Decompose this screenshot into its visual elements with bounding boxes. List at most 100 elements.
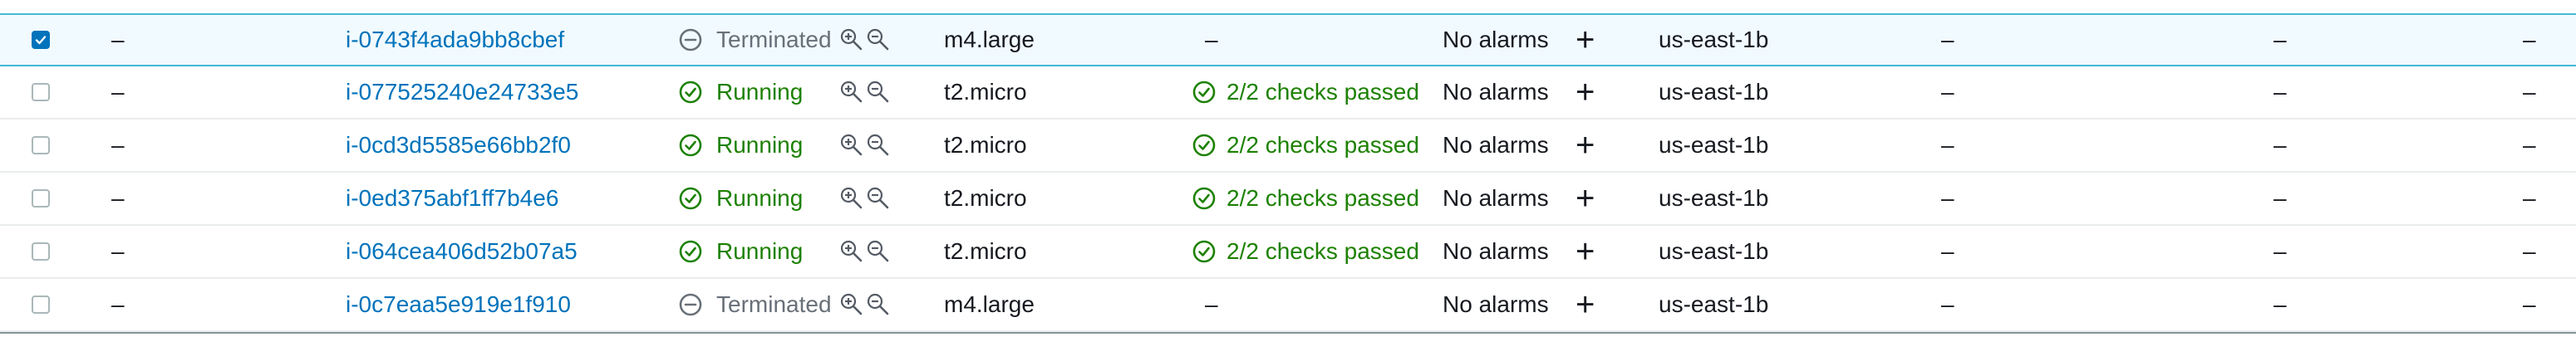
table-cell: –	[1941, 27, 1954, 52]
alarm-status: No alarms	[1443, 27, 1549, 52]
availability-zone: us-east-1b	[1659, 185, 1769, 211]
status-check: 2/2 checks passed	[1227, 185, 1419, 211]
zoom-out-icon[interactable]	[866, 239, 891, 264]
check-circle-icon	[678, 66, 703, 118]
table-row[interactable]: – i-0ed375abf1ff7b4e6 Running t2.micro 2/2 c…	[0, 173, 2576, 226]
check-circle-icon	[1192, 66, 1217, 118]
table-row[interactable]: – i-0743f4ada9bb8cbef Terminated m4.large – N…	[0, 13, 2576, 66]
state-filter-controls	[839, 66, 891, 118]
table-cell: –	[2523, 291, 2536, 317]
table-cell: –	[2274, 185, 2287, 211]
instance-id-link[interactable]: i-064cea406d52b07a5	[346, 226, 578, 277]
zoom-in-icon[interactable]	[839, 239, 864, 264]
row-checkbox-cell[interactable]	[32, 15, 50, 65]
table-cell: –	[2523, 27, 2536, 52]
instances-table: – i-0743f4ada9bb8cbef Terminated m4.large – N…	[0, 0, 2576, 337]
table-cell: –	[2523, 238, 2536, 264]
instance-id-link[interactable]: i-077525240e24733e5	[346, 66, 578, 118]
row-checkbox[interactable]	[32, 31, 50, 49]
alarm-status: No alarms	[1443, 132, 1549, 158]
alarm-status: No alarms	[1443, 238, 1549, 264]
instance-name: –	[111, 185, 125, 211]
table-cell: –	[2274, 27, 2287, 52]
availability-zone: us-east-1b	[1659, 27, 1769, 52]
instance-type: t2.micro	[944, 79, 1027, 105]
row-checkbox[interactable]	[32, 242, 50, 261]
add-alarm-icon[interactable]: +	[1576, 279, 1595, 330]
zoom-in-icon[interactable]	[839, 292, 864, 317]
row-checkbox[interactable]	[32, 189, 50, 208]
table-cell: –	[1941, 238, 1954, 264]
zoom-out-icon[interactable]	[866, 292, 891, 317]
table-cell: –	[2274, 79, 2287, 105]
check-circle-icon	[678, 173, 703, 224]
status-check: 2/2 checks passed	[1227, 132, 1419, 158]
status-check: 2/2 checks passed	[1227, 79, 1419, 105]
zoom-in-icon[interactable]	[839, 133, 864, 158]
table-row[interactable]: – i-0cd3d5585e66bb2f0 Running t2.micro 2/2 c…	[0, 120, 2576, 173]
zoom-out-icon[interactable]	[866, 80, 891, 105]
instance-name: –	[111, 27, 125, 52]
add-alarm-icon[interactable]: +	[1576, 15, 1595, 65]
state-filter-controls	[839, 120, 891, 171]
check-circle-icon	[1192, 173, 1217, 224]
add-alarm-icon[interactable]: +	[1576, 173, 1595, 224]
zoom-out-icon[interactable]	[866, 186, 891, 211]
table-cell: –	[1941, 132, 1954, 158]
availability-zone: us-east-1b	[1659, 291, 1769, 317]
row-checkbox-cell[interactable]	[32, 120, 50, 171]
alarm-status: No alarms	[1443, 291, 1549, 317]
zoom-in-icon[interactable]	[839, 80, 864, 105]
row-checkbox-cell[interactable]	[32, 66, 50, 118]
row-checkbox-cell[interactable]	[32, 279, 50, 330]
alarm-status: No alarms	[1443, 79, 1549, 105]
add-alarm-icon[interactable]: +	[1576, 66, 1595, 118]
instance-type: m4.large	[944, 291, 1035, 317]
table-cell: –	[2274, 291, 2287, 317]
minus-circle-icon	[678, 15, 703, 65]
instance-type: t2.micro	[944, 238, 1027, 264]
add-alarm-icon[interactable]: +	[1576, 226, 1595, 277]
state-filter-controls	[839, 15, 891, 65]
alarm-status: No alarms	[1443, 185, 1549, 211]
instance-type: m4.large	[944, 27, 1035, 52]
instance-name: –	[111, 79, 125, 105]
instance-state: Running	[716, 238, 804, 264]
status-check: 2/2 checks passed	[1227, 238, 1419, 264]
instance-state: Terminated	[716, 27, 832, 52]
zoom-in-icon[interactable]	[839, 186, 864, 211]
zoom-out-icon[interactable]	[866, 27, 891, 52]
instance-type: t2.micro	[944, 185, 1027, 211]
table-cell: –	[1941, 79, 1954, 105]
availability-zone: us-east-1b	[1659, 79, 1769, 105]
table-bottom-border	[0, 332, 2576, 334]
status-check: –	[1205, 291, 1218, 317]
add-alarm-icon[interactable]: +	[1576, 120, 1595, 171]
table-row[interactable]: – i-0c7eaa5e919e1f910 Terminated m4.large – N…	[0, 279, 2576, 332]
availability-zone: us-east-1b	[1659, 132, 1769, 158]
minus-circle-icon	[678, 279, 703, 330]
zoom-in-icon[interactable]	[839, 27, 864, 52]
row-checkbox[interactable]	[32, 83, 50, 101]
table-cell: –	[2523, 185, 2536, 211]
instance-name: –	[111, 291, 125, 317]
instance-id-link[interactable]: i-0cd3d5585e66bb2f0	[346, 120, 571, 171]
table-cell: –	[2274, 132, 2287, 158]
row-checkbox[interactable]	[32, 295, 50, 314]
table-row[interactable]: – i-064cea406d52b07a5 Running t2.micro 2/2 c…	[0, 226, 2576, 279]
check-circle-icon	[1192, 226, 1217, 277]
row-checkbox[interactable]	[32, 136, 50, 154]
row-checkbox-cell[interactable]	[32, 226, 50, 277]
row-checkbox-cell[interactable]	[32, 173, 50, 224]
table-row[interactable]: – i-077525240e24733e5 Running t2.micro 2/2 c…	[0, 66, 2576, 120]
instance-id-link[interactable]: i-0c7eaa5e919e1f910	[346, 279, 571, 330]
instance-type: t2.micro	[944, 132, 1027, 158]
zoom-out-icon[interactable]	[866, 133, 891, 158]
instance-name: –	[111, 238, 125, 264]
instance-id-link[interactable]: i-0743f4ada9bb8cbef	[346, 15, 564, 65]
table-cell: –	[1941, 291, 1954, 317]
check-circle-icon	[678, 226, 703, 277]
instance-state: Running	[716, 132, 804, 158]
state-filter-controls	[839, 226, 891, 277]
instance-id-link[interactable]: i-0ed375abf1ff7b4e6	[346, 173, 558, 224]
